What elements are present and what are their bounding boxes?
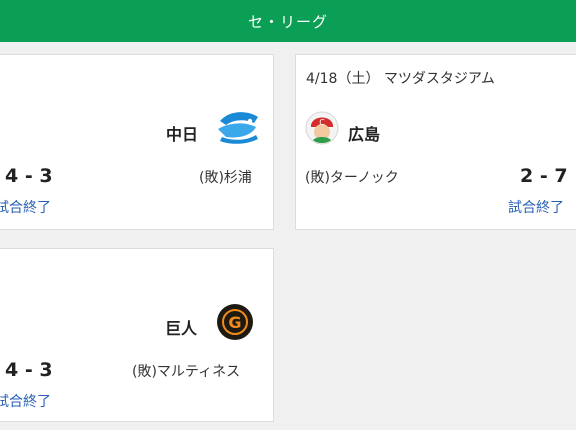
game-score: 4 - 3 xyxy=(5,165,53,187)
dragons-logo-icon xyxy=(212,109,264,149)
game-date-venue: 4/18（土） マツダスタジアム xyxy=(306,71,495,87)
team-name: 中日 xyxy=(166,125,199,144)
losing-pitcher: (敗)ターノック xyxy=(305,170,399,186)
game-status-link[interactable]: 試合終了 xyxy=(0,391,51,411)
game-score: 4 - 3 xyxy=(5,359,53,381)
team-name: 広島 xyxy=(348,125,381,144)
game-card[interactable]: 4/18（土） マツダスタジアム C 広島 (敗)ターノック 2 - 7 試合終… xyxy=(295,54,576,230)
league-header: セ・リーグ xyxy=(0,0,576,42)
svg-text:C: C xyxy=(319,118,325,127)
svg-text:G: G xyxy=(228,313,241,332)
game-score: 2 - 7 xyxy=(520,165,568,187)
team-name: 巨人 xyxy=(165,319,198,338)
game-status-link[interactable]: 試合終了 xyxy=(508,197,564,217)
losing-pitcher: (敗)マルティネス xyxy=(132,364,241,380)
game-status-link[interactable]: 試合終了 xyxy=(0,197,51,217)
game-card[interactable]: 中日 (敗)杉浦 4 - 3 試合終了 xyxy=(0,54,274,230)
carp-logo-icon: C xyxy=(305,111,339,149)
giants-logo-icon: G xyxy=(216,303,254,345)
losing-pitcher: (敗)杉浦 xyxy=(199,170,252,186)
league-title: セ・リーグ xyxy=(247,12,328,31)
game-card[interactable]: 巨人 G (敗)マルティネス 4 - 3 試合終了 xyxy=(0,248,274,422)
